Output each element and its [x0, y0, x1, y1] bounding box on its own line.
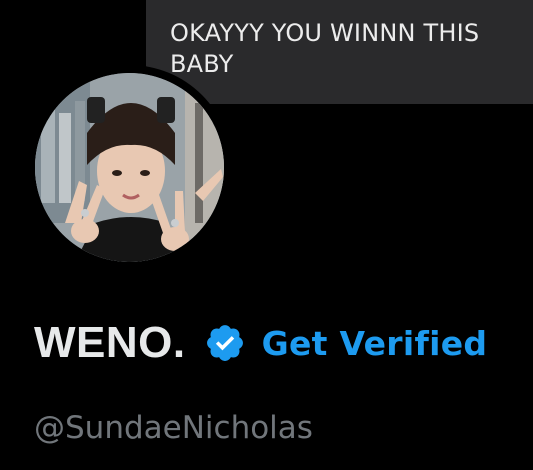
verified-badge-icon[interactable] [204, 322, 246, 364]
name-row: WENO. Get Verified [34, 314, 487, 372]
message-bubble: OKAYYY YOU WINNN THIS BABY [146, 0, 533, 104]
get-verified-button[interactable]: Get Verified [262, 324, 488, 363]
message-text: OKAYYY YOU WINNN THIS BABY [170, 19, 480, 78]
display-name: WENO. [34, 318, 186, 367]
user-handle: @SundaeNicholas [34, 410, 313, 446]
avatar[interactable] [35, 73, 224, 262]
avatar-photo [35, 73, 224, 262]
